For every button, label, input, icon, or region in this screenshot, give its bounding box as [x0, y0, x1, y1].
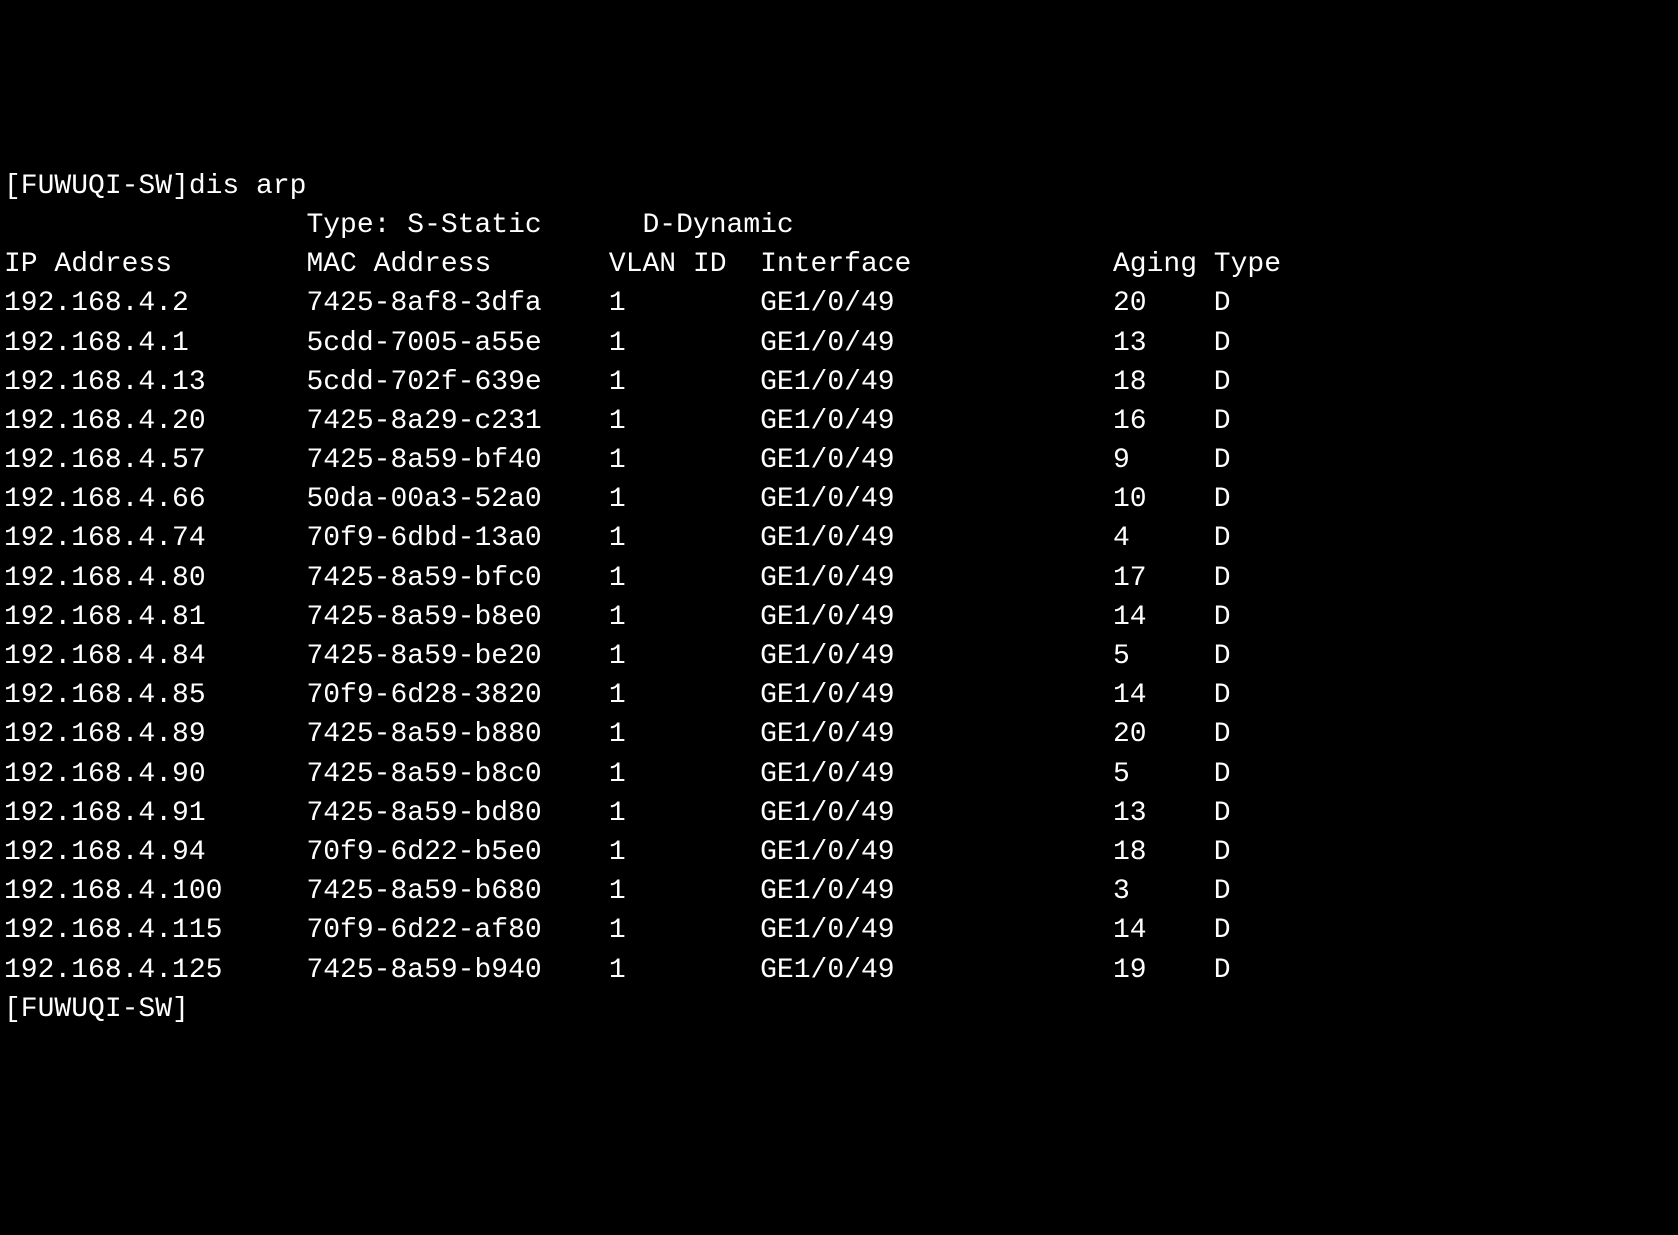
arp-table-row: 192.168.4.94 70f9-6d22-b5e0 1 GE1/0/49 1…	[4, 833, 1674, 872]
arp-table-row: 192.168.4.125 7425-8a59-b940 1 GE1/0/49 …	[4, 951, 1674, 990]
terminal-output[interactable]: [FUWUQI-SW]dis arp Type: S-Static D-Dyna…	[4, 167, 1674, 1029]
arp-table-header: IP Address MAC Address VLAN ID Interface…	[4, 245, 1674, 284]
arp-table-row: 192.168.4.2 7425-8af8-3dfa 1 GE1/0/49 20…	[4, 284, 1674, 323]
arp-table-row: 192.168.4.100 7425-8a59-b680 1 GE1/0/49 …	[4, 872, 1674, 911]
arp-table-row: 192.168.4.1 5cdd-7005-a55e 1 GE1/0/49 13…	[4, 324, 1674, 363]
command-line: [FUWUQI-SW]dis arp	[4, 167, 1674, 206]
type-legend: Type: S-Static D-Dynamic	[4, 206, 1674, 245]
arp-table-row: 192.168.4.89 7425-8a59-b880 1 GE1/0/49 2…	[4, 715, 1674, 754]
arp-table-row: 192.168.4.90 7425-8a59-b8c0 1 GE1/0/49 5…	[4, 755, 1674, 794]
arp-table-row: 192.168.4.80 7425-8a59-bfc0 1 GE1/0/49 1…	[4, 559, 1674, 598]
prompt-line: [FUWUQI-SW]	[4, 990, 1674, 1029]
arp-table-row: 192.168.4.57 7425-8a59-bf40 1 GE1/0/49 9…	[4, 441, 1674, 480]
arp-table-row: 192.168.4.81 7425-8a59-b8e0 1 GE1/0/49 1…	[4, 598, 1674, 637]
arp-table-row: 192.168.4.85 70f9-6d28-3820 1 GE1/0/49 1…	[4, 676, 1674, 715]
arp-table-row: 192.168.4.74 70f9-6dbd-13a0 1 GE1/0/49 4…	[4, 519, 1674, 558]
arp-table-row: 192.168.4.91 7425-8a59-bd80 1 GE1/0/49 1…	[4, 794, 1674, 833]
arp-table-row: 192.168.4.84 7425-8a59-be20 1 GE1/0/49 5…	[4, 637, 1674, 676]
arp-table-row: 192.168.4.20 7425-8a29-c231 1 GE1/0/49 1…	[4, 402, 1674, 441]
arp-table-row: 192.168.4.66 50da-00a3-52a0 1 GE1/0/49 1…	[4, 480, 1674, 519]
arp-table-row: 192.168.4.115 70f9-6d22-af80 1 GE1/0/49 …	[4, 911, 1674, 950]
arp-table-row: 192.168.4.13 5cdd-702f-639e 1 GE1/0/49 1…	[4, 363, 1674, 402]
